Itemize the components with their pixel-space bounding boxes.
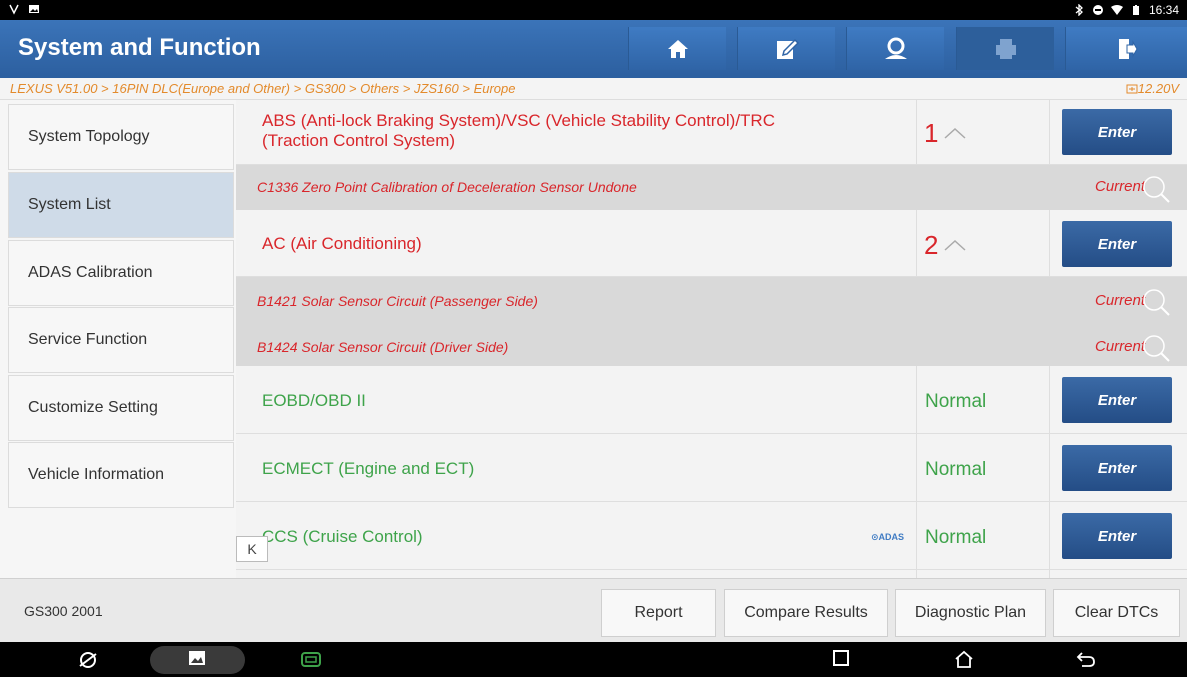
edit-note-icon: [776, 38, 799, 59]
chevron-up-icon[interactable]: [943, 238, 967, 252]
dnd-icon: [1092, 4, 1104, 16]
adas-tag: ⊙ADAS: [871, 532, 905, 542]
system-row-ac: AC (Air Conditioning) 2 Enter: [236, 210, 1187, 277]
battery-voltage-icon: [1126, 84, 1138, 94]
edit-note-button[interactable]: [737, 27, 835, 70]
system-row-eobd: EOBD/OBD II Normal Enter: [236, 366, 1187, 434]
system-status: Normal: [925, 459, 987, 480]
vci-connector-icon[interactable]: [300, 650, 322, 670]
status-cell: Normal: [916, 502, 1050, 569]
system-name: EOBD/OBD II: [262, 391, 366, 410]
system-status: Normal: [925, 527, 987, 548]
vehicle-label: GS300 2001: [24, 603, 103, 619]
wifi-icon: [1110, 4, 1123, 16]
compare-results-button[interactable]: Compare Results: [724, 589, 888, 637]
system-row-partial: [236, 570, 1187, 578]
battery-icon: [1130, 4, 1142, 16]
system-row-ccs: CCS (Cruise Control) ⊙ADAS Normal Enter: [236, 502, 1187, 570]
dtc-text: B1424 Solar Sensor Circuit (Driver Side): [257, 339, 509, 355]
enter-button[interactable]: Enter: [1062, 513, 1172, 559]
clock: 16:34: [1148, 3, 1179, 17]
system-status: Normal: [925, 391, 987, 412]
status-bar: 16:34: [0, 0, 1187, 20]
collapse-sidebar-button[interactable]: K: [236, 536, 268, 562]
status-cell: Normal: [916, 366, 1050, 433]
status-cell: Normal: [916, 434, 1050, 501]
fault-count: 1: [924, 118, 939, 148]
navigation-bar: [0, 642, 1187, 677]
gallery-icon[interactable]: [188, 650, 206, 666]
report-button[interactable]: Report: [601, 589, 716, 637]
enter-button[interactable]: Enter: [1062, 377, 1172, 423]
breadcrumb: LEXUS V51.00 > 16PIN DLC(Europe and Othe…: [0, 78, 1187, 100]
system-list: ABS (Anti-lock Braking System)/VSC (Vehi…: [236, 100, 1187, 578]
fault-status-cell: 1: [916, 100, 1050, 164]
dtc-row: C1336 Zero Point Calibration of Decelera…: [236, 165, 1187, 210]
system-name: ABS (Anti-lock Braking System)/VSC (Vehi…: [262, 111, 775, 150]
fault-status-cell: 2: [916, 210, 1050, 276]
chevron-up-icon[interactable]: [943, 126, 967, 140]
diagnostic-plan-button[interactable]: Diagnostic Plan: [895, 589, 1046, 637]
browser-icon[interactable]: [78, 650, 98, 670]
enter-button[interactable]: Enter: [1062, 221, 1172, 267]
dtc-state: Current: [1095, 292, 1146, 309]
dtc-text: B1421 Solar Sensor Circuit (Passenger Si…: [257, 293, 538, 309]
home-button[interactable]: [628, 27, 726, 70]
sidebar: System Topology System List ADAS Calibra…: [0, 100, 236, 578]
dtc-state: Current: [1095, 178, 1146, 195]
system-name: CCS (Cruise Control): [262, 527, 423, 546]
print-icon: [995, 38, 1016, 59]
bluetooth-icon: [1073, 3, 1085, 17]
support-button[interactable]: [846, 27, 944, 70]
system-name: AC (Air Conditioning): [262, 234, 422, 253]
home-icon: [667, 39, 688, 58]
sidebar-item-customize-setting[interactable]: Customize Setting: [8, 375, 234, 441]
system-name: ECMECT (Engine and ECT): [262, 459, 475, 478]
sidebar-item-adas-calibration[interactable]: ADAS Calibration: [8, 240, 234, 306]
exit-button[interactable]: [1065, 27, 1187, 70]
user-support-icon: [884, 37, 907, 59]
overview-icon[interactable]: [833, 650, 849, 666]
magnify-icon[interactable]: [1142, 286, 1172, 316]
breadcrumb-path: LEXUS V51.00 > 16PIN DLC(Europe and Othe…: [10, 81, 516, 96]
back-icon[interactable]: [1076, 650, 1096, 668]
bottom-bar: GS300 2001 Report Compare Results Diagno…: [0, 578, 1187, 642]
exit-icon: [1118, 38, 1138, 59]
sidebar-item-vehicle-information[interactable]: Vehicle Information: [8, 442, 234, 508]
sidebar-item-system-topology[interactable]: System Topology: [8, 104, 234, 170]
magnify-icon[interactable]: [1142, 173, 1172, 203]
magnify-icon[interactable]: [1142, 332, 1172, 362]
dtc-group: B1421 Solar Sensor Circuit (Passenger Si…: [236, 277, 1187, 366]
status-cell: [916, 570, 1050, 578]
dtc-state: Current: [1095, 338, 1146, 355]
enter-button[interactable]: Enter: [1062, 109, 1172, 155]
sidebar-item-service-function[interactable]: Service Function: [8, 307, 234, 373]
battery-voltage: 12.20V: [1126, 81, 1179, 96]
title-bar: System and Function: [0, 20, 1187, 78]
system-row-ecmect: ECMECT (Engine and ECT) Normal Enter: [236, 434, 1187, 502]
image-notification-icon: [28, 3, 40, 15]
dtc-text: C1336 Zero Point Calibration of Decelera…: [257, 179, 637, 195]
clear-dtcs-button[interactable]: Clear DTCs: [1053, 589, 1180, 637]
system-row-abs: ABS (Anti-lock Braking System)/VSC (Vehi…: [236, 100, 1187, 165]
print-button[interactable]: [956, 27, 1054, 70]
fault-count: 2: [924, 230, 939, 260]
home-nav-icon[interactable]: [954, 650, 974, 668]
sidebar-item-system-list[interactable]: System List: [8, 172, 234, 238]
usb-debug-icon: [8, 3, 20, 15]
page-title: System and Function: [18, 34, 261, 61]
enter-button[interactable]: Enter: [1062, 445, 1172, 491]
